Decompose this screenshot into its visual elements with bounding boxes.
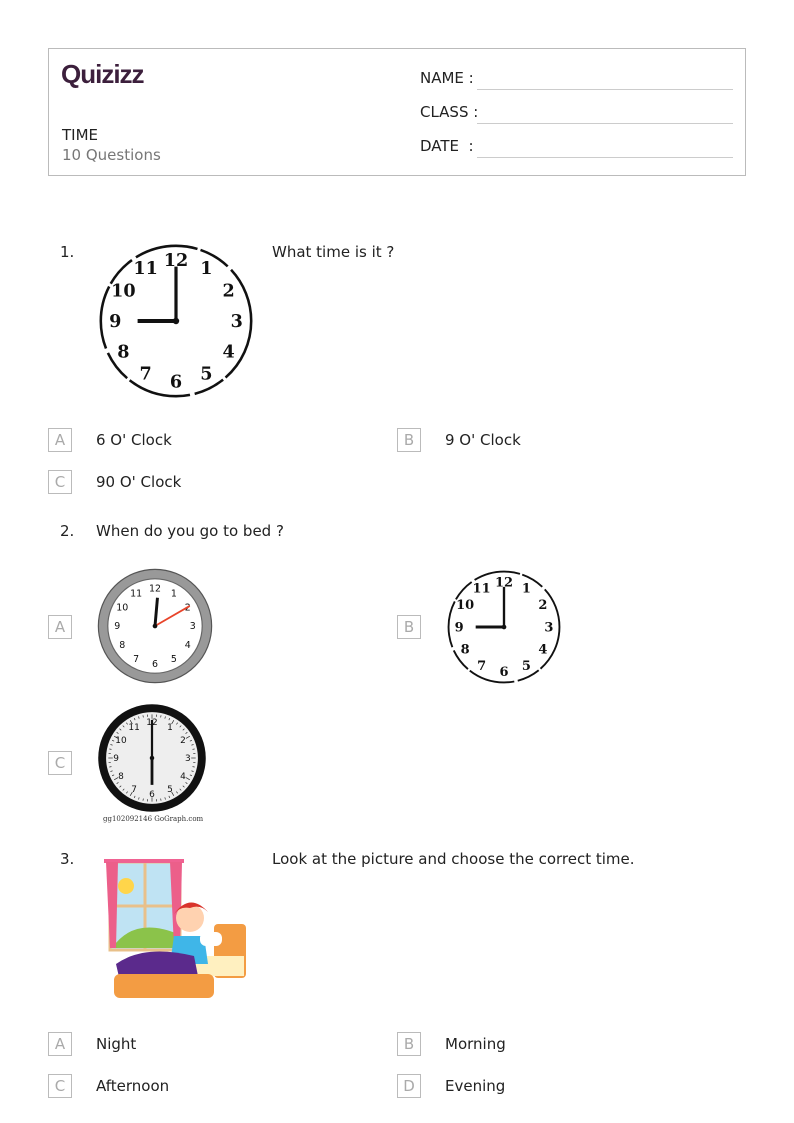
option-a-box[interactable]: A	[48, 1032, 72, 1056]
clock-numeral: 8	[118, 772, 124, 782]
clock-numeral: 7	[477, 659, 486, 674]
question-text: When do you go to bed ?	[96, 522, 284, 540]
clock-numeral: 6	[499, 665, 508, 680]
clock-numeral: 11	[473, 581, 491, 596]
clock-numeral: 9	[455, 620, 464, 635]
question-number: 1.	[60, 243, 75, 261]
question-count: 10 Questions	[62, 146, 161, 164]
quizizz-logo: Quizizz	[61, 59, 145, 89]
option-d-box[interactable]: D	[397, 1074, 421, 1098]
date-label: DATE :	[420, 137, 474, 155]
clock-numeral: 7	[139, 364, 151, 385]
clock-numeral: 6	[152, 659, 158, 670]
date-line[interactable]	[477, 157, 733, 158]
question-text: Look at the picture and choose the corre…	[272, 850, 635, 868]
clock-numeral: 2	[538, 598, 547, 613]
clock-numeral: 1	[171, 588, 177, 599]
clock-numeral: 8	[119, 640, 125, 651]
option-a-text[interactable]: Night	[96, 1035, 136, 1053]
clock-numeral: 6	[170, 372, 182, 393]
clock-numeral: 4	[538, 643, 547, 658]
clock-numeral: 10	[116, 602, 128, 613]
clock-numeral: 3	[190, 621, 196, 632]
option-c-box[interactable]: C	[48, 751, 72, 775]
clock-numeral: 3	[185, 754, 191, 764]
option-a-box[interactable]: A	[48, 615, 72, 639]
clock-numeral: 10	[111, 280, 135, 301]
clock-numeral: 5	[167, 785, 173, 795]
clock-numeral: 8	[117, 341, 129, 362]
clock-image: 1234567891011 12	[99, 244, 253, 398]
option-a-box[interactable]: A	[48, 428, 72, 452]
question-number: 2.	[60, 522, 75, 540]
clock-icon[interactable]: 123456789101112	[445, 568, 563, 686]
worksheet-header: Quizizz TIME 10 Questions NAME : CLASS :…	[48, 48, 746, 176]
clock-numeral: 1	[522, 581, 531, 596]
name-label: NAME :	[420, 69, 474, 87]
clock-numeral: 11	[128, 723, 139, 733]
name-line[interactable]	[477, 89, 733, 90]
class-line[interactable]	[477, 123, 733, 124]
option-b-box[interactable]: B	[397, 428, 421, 452]
clock-numeral: 4	[180, 772, 186, 782]
clock-numeral: 9	[114, 621, 120, 632]
clock-numeral: 3	[231, 311, 243, 332]
option-c-box[interactable]: C	[48, 470, 72, 494]
question-number: 3.	[60, 850, 75, 868]
option-a-text[interactable]: 6 O' Clock	[96, 431, 172, 449]
option-c-box[interactable]: C	[48, 1074, 72, 1098]
question-text: What time is it ?	[272, 243, 395, 261]
clock-numeral: 3	[544, 620, 553, 635]
clock-numeral: 1	[200, 258, 212, 279]
option-b-text[interactable]: 9 O' Clock	[445, 431, 521, 449]
clock-numeral: 5	[200, 364, 212, 385]
bedroom-image	[104, 859, 246, 998]
clock-numeral: 7	[131, 785, 137, 795]
clock-numeral: 9	[109, 311, 121, 332]
option-b-box[interactable]: B	[397, 1032, 421, 1056]
clock-numeral: 11	[133, 258, 157, 279]
clock-numeral: 1	[167, 723, 173, 733]
option-b-box[interactable]: B	[397, 615, 421, 639]
clock-icon[interactable]: 123456789101112	[96, 702, 208, 814]
image-watermark: gg102092146 GoGraph.com	[103, 815, 204, 823]
class-label: CLASS :	[420, 103, 479, 121]
option-c-text[interactable]: 90 O' Clock	[96, 473, 181, 491]
option-c-text[interactable]: Afternoon	[96, 1077, 169, 1095]
clock-icon[interactable]: 123456789101112	[96, 567, 214, 685]
clock-numeral: 12	[149, 583, 161, 594]
clock-numeral: 5	[171, 654, 177, 665]
clock-numeral: 9	[113, 754, 119, 764]
clock-numeral: 11	[130, 588, 142, 599]
clock-numeral: 4	[223, 341, 235, 362]
clock-numeral: 2	[223, 280, 235, 301]
clock-numeral: 5	[522, 659, 531, 674]
clock-numeral: 8	[461, 643, 470, 658]
clock-numeral: 10	[456, 598, 474, 613]
option-b-text[interactable]: Morning	[445, 1035, 506, 1053]
clock-numeral: 2	[180, 736, 186, 746]
clock-numeral: 7	[133, 654, 139, 665]
worksheet-title: TIME	[62, 126, 99, 144]
clock-numeral: 4	[185, 640, 191, 651]
option-d-text[interactable]: Evening	[445, 1077, 505, 1095]
